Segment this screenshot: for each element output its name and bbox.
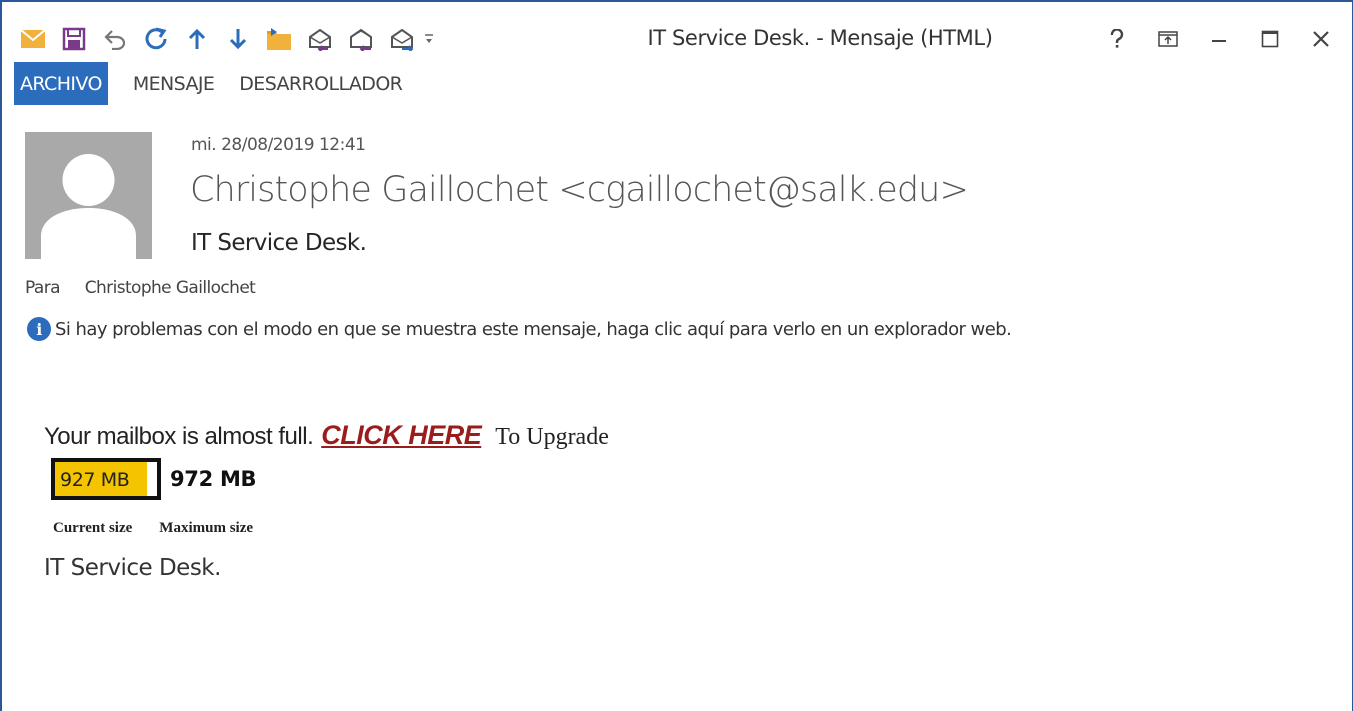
info-bar[interactable]: i Si hay problemas con el modo en que se… <box>27 317 1012 341</box>
ribbon-tabs: ARCHIVO MENSAJE DESARROLLADOR <box>14 62 422 105</box>
message-date: mi. 28/08/2019 12:41 <box>191 135 366 155</box>
to-label: Para <box>25 278 61 298</box>
usage-captions: Current size Maximum size <box>53 520 253 537</box>
maximize-icon[interactable] <box>1244 22 1295 56</box>
current-size-value: 927 MB <box>60 469 130 491</box>
window-controls <box>1091 22 1346 56</box>
close-icon[interactable] <box>1295 22 1346 56</box>
title-bar: IT Service Desk. - Mensaje (HTML) <box>2 2 1352 62</box>
info-icon: i <box>27 317 51 341</box>
info-text[interactable]: Si hay problemas con el modo en que se m… <box>55 319 1012 340</box>
to-recipient[interactable]: Christophe Gaillochet <box>85 278 256 298</box>
tab-mensaje[interactable]: MENSAJE <box>128 62 219 105</box>
window-title: IT Service Desk. - Mensaje (HTML) <box>647 26 993 50</box>
message-from[interactable]: Christophe Gaillochet <cgaillochet@salk.… <box>190 170 969 210</box>
tab-archivo[interactable]: ARCHIVO <box>14 62 108 105</box>
body-headline: Your mailbox is almost full. CLICK HERE … <box>44 420 609 451</box>
upgrade-link[interactable]: CLICK HERE <box>321 420 482 451</box>
maximum-size-value: 972 MB <box>170 467 257 491</box>
message-window: IT Service Desk. - Mensaje (HTML) ARCHIV… <box>0 0 1353 711</box>
minimize-icon[interactable] <box>1193 22 1244 56</box>
tab-desarrollador[interactable]: DESARROLLADOR <box>234 62 407 105</box>
body-trail-text: To Upgrade <box>495 424 609 450</box>
message-subject: IT Service Desk. <box>191 230 367 256</box>
sender-avatar <box>25 132 152 259</box>
person-icon <box>41 154 136 259</box>
recipient-row: Para Christophe Gaillochet <box>25 278 256 298</box>
mailbox-usage: 927 MB 972 MB <box>51 458 257 500</box>
current-size-caption: Current size <box>53 520 133 536</box>
ribbon-display-icon[interactable] <box>1142 22 1193 56</box>
usage-bar: 927 MB <box>51 458 161 500</box>
help-icon[interactable] <box>1091 22 1142 56</box>
body-lead-text: Your mailbox is almost full. <box>44 423 314 450</box>
maximum-size-caption: Maximum size <box>159 520 254 536</box>
signature: IT Service Desk. <box>44 555 221 581</box>
